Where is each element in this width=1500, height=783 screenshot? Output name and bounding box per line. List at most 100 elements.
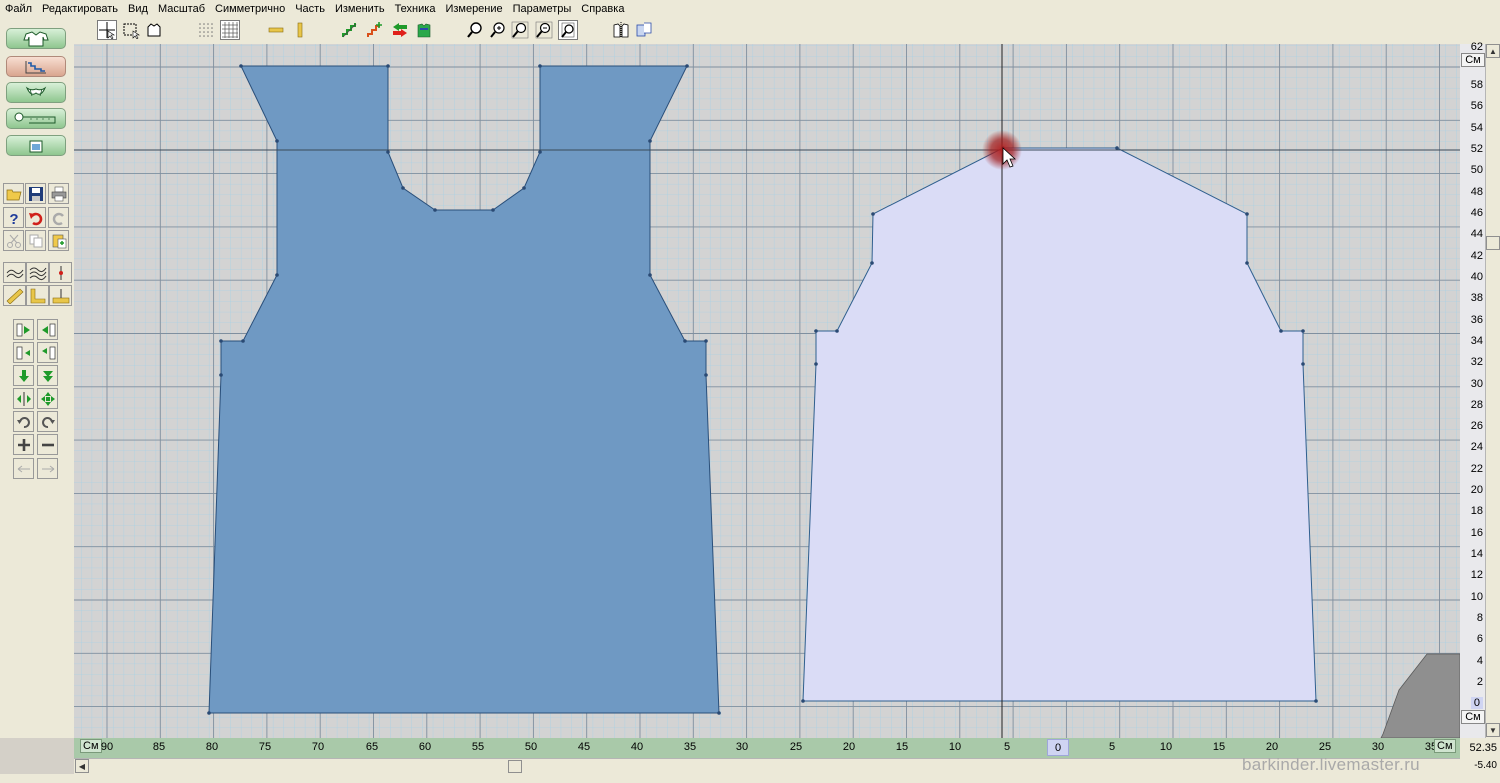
vertex-point[interactable]	[241, 339, 245, 343]
vertex-point[interactable]	[386, 64, 390, 68]
vertex-point[interactable]	[433, 208, 437, 212]
pointer-crosshair-icon[interactable]	[97, 20, 117, 40]
canvas-svg[interactable]	[74, 44, 1460, 738]
zoom-fit-icon[interactable]	[534, 20, 554, 40]
menu-item-0[interactable]: Файл	[0, 3, 37, 15]
vertex-point[interactable]	[648, 273, 652, 277]
vertex-point[interactable]	[835, 329, 839, 333]
menu-item-4[interactable]: Симметрично	[210, 3, 290, 15]
vertical-scrollbar[interactable]: ▲ ▼	[1485, 44, 1500, 738]
vertex-point[interactable]	[1279, 329, 1283, 333]
move-all-button[interactable]	[37, 388, 58, 409]
vertex-point[interactable]	[1245, 261, 1249, 265]
stairs-icon[interactable]	[340, 20, 360, 40]
vertex-point[interactable]	[275, 273, 279, 277]
vertex-point[interactable]	[814, 329, 818, 333]
vertex-point[interactable]	[386, 150, 390, 154]
align-left-button[interactable]	[13, 319, 34, 340]
garment-green-icon[interactable]	[414, 20, 434, 40]
redo-button[interactable]	[48, 207, 69, 228]
print-button[interactable]	[48, 183, 69, 204]
copy-button[interactable]	[25, 230, 46, 251]
vertical-scroll-thumb[interactable]	[1486, 236, 1500, 250]
split-right-button[interactable]	[37, 458, 58, 479]
cut-button[interactable]	[3, 230, 24, 251]
zoom-icon[interactable]	[465, 20, 485, 40]
grid-icon[interactable]	[220, 20, 240, 40]
menu-item-6[interactable]: Изменить	[330, 3, 390, 15]
vertex-point[interactable]	[1245, 212, 1249, 216]
vertex-point[interactable]	[1314, 699, 1318, 703]
vertex-point[interactable]	[704, 373, 708, 377]
vertex-point[interactable]	[704, 339, 708, 343]
vertex-point[interactable]	[814, 362, 818, 366]
shape-outline-icon[interactable]	[144, 20, 164, 40]
image-piece-button[interactable]	[6, 135, 66, 156]
vertex-point[interactable]	[871, 212, 875, 216]
vertex-point[interactable]	[870, 261, 874, 265]
vertex-point[interactable]	[685, 64, 689, 68]
arrow-left-right-icon[interactable]	[390, 20, 410, 40]
menu-item-8[interactable]: Измерение	[440, 3, 507, 15]
vertex-point[interactable]	[491, 208, 495, 212]
vertex-point[interactable]	[1301, 329, 1305, 333]
undo-button[interactable]	[25, 207, 46, 228]
menu-item-10[interactable]: Справка	[576, 3, 629, 15]
split-left-button[interactable]	[13, 458, 34, 479]
copy-piece-icon[interactable]	[634, 20, 654, 40]
align-right-button[interactable]	[37, 319, 58, 340]
stairs-plus-icon[interactable]	[365, 20, 385, 40]
vertex-point[interactable]	[717, 711, 721, 715]
vertex-point[interactable]	[538, 64, 542, 68]
horizontal-ruler-icon[interactable]	[266, 20, 286, 40]
mirror-horizontal-button[interactable]	[13, 388, 34, 409]
drawing-canvas[interactable]	[74, 44, 1460, 738]
menu-item-1[interactable]: Редактировать	[37, 3, 123, 15]
vertical-measure-button[interactable]	[49, 262, 72, 283]
help-button[interactable]: ?	[3, 207, 24, 228]
add-point-button[interactable]	[13, 434, 34, 455]
remove-point-button[interactable]	[37, 434, 58, 455]
move-down-fast-button[interactable]	[37, 365, 58, 386]
rotate-right-button[interactable]	[37, 411, 58, 432]
vertex-point[interactable]	[275, 139, 279, 143]
sleeve-piece[interactable]	[802, 147, 1317, 702]
vertex-point[interactable]	[1301, 362, 1305, 366]
knitting-chart-button[interactable]	[6, 56, 66, 77]
menu-item-5[interactable]: Часть	[290, 3, 330, 15]
angle-ruler-button[interactable]	[26, 285, 49, 306]
horizontal-scroll-thumb[interactable]	[508, 760, 522, 773]
horizontal-measure-button[interactable]	[49, 285, 72, 306]
vertex-point[interactable]	[239, 64, 243, 68]
stretch-left-button[interactable]	[13, 342, 34, 363]
scroll-left-icon[interactable]: ◀	[75, 759, 89, 773]
vertex-point[interactable]	[401, 186, 405, 190]
menu-item-7[interactable]: Техника	[390, 3, 441, 15]
stretch-right-button[interactable]	[37, 342, 58, 363]
vertex-point[interactable]	[522, 186, 526, 190]
curve-tool-button[interactable]	[3, 262, 26, 283]
zoom-page-icon[interactable]	[558, 20, 578, 40]
menu-item-3[interactable]: Масштаб	[153, 3, 210, 15]
measurement-button[interactable]	[6, 108, 66, 129]
diagonal-ruler-button[interactable]	[3, 285, 26, 306]
vertex-point[interactable]	[219, 373, 223, 377]
wave-tool-button[interactable]	[26, 262, 49, 283]
paste-button[interactable]	[48, 230, 69, 251]
rotate-left-button[interactable]	[13, 411, 34, 432]
vertex-point[interactable]	[648, 139, 652, 143]
vertex-point[interactable]	[207, 711, 211, 715]
vertex-point[interactable]	[1115, 146, 1119, 150]
vertex-point[interactable]	[801, 699, 805, 703]
scroll-up-icon[interactable]: ▲	[1486, 44, 1500, 58]
vertex-point[interactable]	[538, 150, 542, 154]
open-folder-button[interactable]	[3, 183, 24, 204]
garment-mode-button[interactable]	[6, 28, 66, 49]
vertex-point[interactable]	[683, 339, 687, 343]
dot-grid-icon[interactable]	[196, 20, 216, 40]
zoom-in-icon[interactable]	[488, 20, 508, 40]
menu-item-2[interactable]: Вид	[123, 3, 153, 15]
save-button[interactable]	[25, 183, 46, 204]
select-frame-icon[interactable]	[121, 20, 141, 40]
vertex-point[interactable]	[219, 339, 223, 343]
